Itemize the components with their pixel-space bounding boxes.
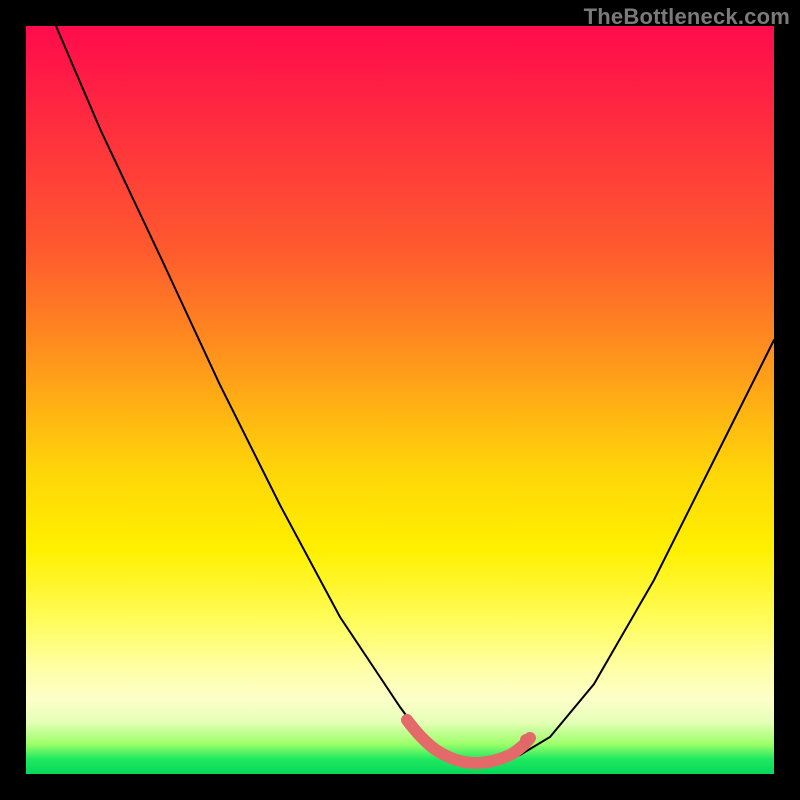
bottleneck-curve (56, 26, 774, 763)
bottleneck-curve-svg (26, 26, 774, 774)
watermark-text: TheBottleneck.com (584, 4, 790, 30)
optimal-range-marker (407, 720, 530, 763)
chart-frame: TheBottleneck.com (0, 0, 800, 800)
plot-area (26, 26, 774, 774)
highlight-point (520, 734, 532, 746)
